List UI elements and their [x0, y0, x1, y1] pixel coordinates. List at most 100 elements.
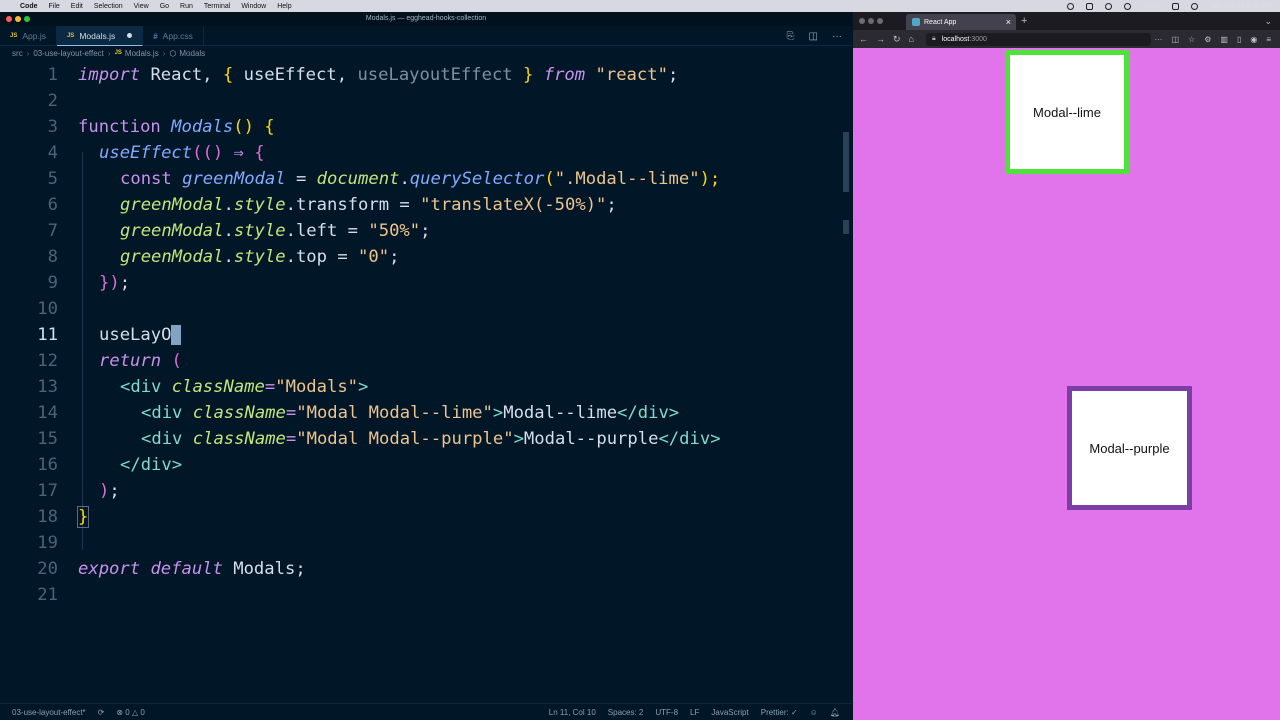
unsaved-dot-icon[interactable]: [127, 33, 133, 38]
menu-view[interactable]: View: [134, 3, 149, 10]
line-number: 1: [47, 65, 58, 85]
tab-app-js[interactable]: JS App.js: [0, 26, 57, 46]
tab-modals-js[interactable]: JS Modals.js: [56, 26, 144, 46]
code-line: 4 useEffect(() ⇒ {: [0, 140, 846, 166]
tab-app-css[interactable]: # App.css: [143, 26, 204, 46]
code-line: 19: [0, 530, 846, 556]
menu-run[interactable]: Run: [180, 3, 193, 10]
breadcrumb-item[interactable]: Modals.js: [125, 49, 159, 58]
code-text: useEffect(() ⇒ {: [99, 143, 265, 163]
editor-title-bar: Modals.js — egghead-hooks-collection: [0, 12, 852, 26]
minimize-window-icon[interactable]: [15, 16, 21, 22]
problems-status[interactable]: ⊗ 0 △ 0: [116, 708, 144, 717]
tab-label: Modals.js: [79, 30, 116, 41]
menu-bar: Code File Edit Selection View Go Run Ter…: [0, 0, 1280, 12]
indentation-status[interactable]: Spaces: 2: [608, 708, 644, 717]
line-number: 9: [47, 273, 58, 293]
account-icon[interactable]: ◉: [1250, 35, 1257, 44]
control-center-icon[interactable]: [1172, 2, 1180, 10]
line-number: 19: [37, 533, 58, 553]
tab-label: App.css: [162, 31, 193, 41]
search-icon[interactable]: [1191, 2, 1199, 10]
encoding-status[interactable]: UTF-8: [655, 708, 678, 717]
battery-icon[interactable]: [1086, 2, 1094, 10]
menu-icon[interactable]: ≡: [1266, 35, 1271, 44]
menu-datetime[interactable]: Sat Aug 22 6:11 PM: [1210, 3, 1272, 10]
menu-terminal[interactable]: Terminal: [204, 3, 230, 10]
browser-tab-react-app[interactable]: React App ×: [906, 14, 1016, 30]
language-mode[interactable]: JavaScript: [711, 708, 748, 717]
code-area[interactable]: 1 import React, { useEffect, useLayoutEf…: [0, 62, 852, 708]
pocket-icon[interactable]: ◫: [1171, 35, 1179, 44]
forward-icon[interactable]: →: [876, 34, 885, 44]
modal-purple: Modal--purple: [1067, 386, 1192, 510]
zoom-window-icon[interactable]: [877, 18, 883, 24]
code-text: );: [99, 481, 120, 501]
more-actions-icon[interactable]: ···: [832, 31, 842, 42]
back-icon[interactable]: ←: [859, 34, 868, 44]
reload-icon[interactable]: ↻: [893, 34, 901, 45]
minimize-window-icon[interactable]: [868, 18, 874, 24]
library-icon[interactable]: ▥: [1220, 35, 1228, 44]
close-window-icon[interactable]: [6, 16, 12, 22]
eol-status[interactable]: LF: [690, 708, 699, 717]
tab-list-icon[interactable]: ⌄: [1264, 16, 1272, 27]
sidebar-icon[interactable]: ▯: [1237, 35, 1241, 44]
menu-status-area: banjo Sat Aug 22 6:11 PM: [1055, 2, 1272, 10]
menu-window[interactable]: Window: [241, 3, 266, 10]
code-line: 18 }: [0, 504, 846, 530]
feedback-icon[interactable]: ☺: [810, 708, 818, 717]
modal-lime-label: Modal--lime: [1033, 104, 1101, 120]
modal-purple-label: Modal--purple: [1089, 440, 1170, 456]
sync-icon[interactable]: ⟳: [98, 708, 105, 717]
zoom-window-icon[interactable]: [24, 16, 30, 22]
url-bar[interactable]: 🔒︎ localhost :3000: [925, 32, 1151, 46]
code-text: <div className="Modal Modal--purple">Mod…: [141, 429, 721, 449]
close-window-icon[interactable]: [859, 18, 865, 24]
close-tab-icon[interactable]: ×: [1006, 17, 1011, 27]
extensions-icon[interactable]: ⚙: [1204, 35, 1211, 44]
scrollbar-marker: [843, 220, 849, 234]
breadcrumb-item[interactable]: Modals: [179, 49, 205, 58]
breadcrumb-item[interactable]: src: [12, 49, 23, 58]
menu-edit[interactable]: Edit: [71, 3, 83, 10]
line-number: 5: [47, 169, 58, 189]
breadcrumb: src › 03-use-layout-effect › JS Modals.j…: [0, 46, 852, 60]
menu-file[interactable]: File: [49, 3, 60, 10]
menu-app-name[interactable]: Code: [20, 3, 38, 10]
line-number: 13: [37, 377, 58, 397]
url-port: :3000: [969, 35, 987, 43]
code-text: const greenModal = document.querySelecto…: [120, 169, 721, 189]
react-favicon-icon: [912, 18, 920, 26]
code-text: greenModal.style.top = "0";: [120, 247, 400, 267]
menu-user[interactable]: banjo: [1143, 3, 1160, 10]
code-line: 9 });: [0, 270, 846, 296]
breadcrumb-item[interactable]: 03-use-layout-effect: [33, 49, 104, 58]
line-number: 14: [37, 403, 58, 423]
branch-status[interactable]: 03-use-layout-effect*: [12, 708, 86, 717]
code-line: 12 return (: [0, 348, 846, 374]
status-bar: 03-use-layout-effect* ⟳ ⊗ 0 △ 0 Ln 11, C…: [0, 703, 852, 720]
cursor-position[interactable]: Ln 11, Col 10: [549, 708, 596, 717]
vertical-scrollbar[interactable]: [843, 132, 849, 192]
hash-icon: #: [153, 31, 158, 41]
menu-selection[interactable]: Selection: [94, 3, 123, 10]
lock-icon[interactable]: 🔒︎: [932, 35, 936, 43]
formatter-status[interactable]: Prettier: ✓: [761, 708, 798, 717]
code-text: export default Modals;: [78, 559, 306, 579]
menu-go[interactable]: Go: [160, 3, 169, 10]
user-icon[interactable]: [1124, 2, 1132, 10]
code-line: 10: [0, 296, 846, 322]
line-number: 4: [47, 143, 58, 163]
menu-help[interactable]: Help: [277, 3, 291, 10]
home-icon[interactable]: ⌂: [909, 34, 914, 44]
open-changes-icon[interactable]: ⎘: [787, 31, 795, 42]
status-icon[interactable]: [1067, 2, 1075, 10]
page-actions-icon[interactable]: ···: [1154, 35, 1162, 44]
new-tab-icon[interactable]: +: [1021, 15, 1027, 27]
wifi-icon[interactable]: [1105, 2, 1113, 10]
bookmark-star-icon[interactable]: ☆: [1188, 35, 1195, 44]
split-editor-icon[interactable]: ◫: [809, 31, 818, 42]
notifications-icon[interactable]: 🔔︎: [830, 708, 840, 717]
code-text: greenModal.style.left = "50%";: [120, 221, 431, 241]
